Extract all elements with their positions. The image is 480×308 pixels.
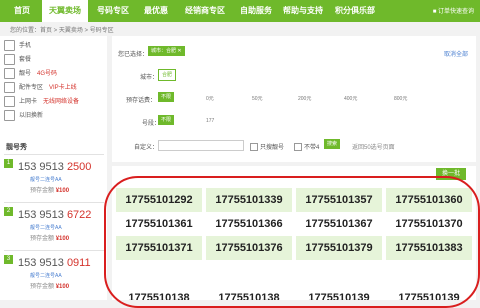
phone-icon	[4, 40, 15, 51]
plan-icon	[4, 54, 15, 65]
selected-label: 您已选择：	[118, 52, 149, 58]
deposit-label: 预存话费：	[126, 98, 157, 104]
nav-best-deals[interactable]: 最优惠	[138, 0, 174, 22]
ranking-title: 靓号秀	[6, 144, 27, 151]
sidebar-item-trade-in[interactable]: 以旧换新	[4, 110, 43, 122]
deposit-any[interactable]: 不限	[158, 92, 175, 102]
clear-all-link[interactable]: 取消全部	[444, 49, 468, 58]
trade-in-icon	[4, 110, 15, 121]
sidebar-item-number[interactable]: 靓号 4G号码	[4, 68, 57, 80]
filter-panel: 您已选择： 城市：合肥 ✕ 取消全部 城市： 合肥 预存话费： 不限 0元 50…	[112, 36, 476, 162]
top-nav: 首页 天翼卖场 号码专区 最优惠 经销商专区 自助服务 帮助与支持 积分俱乐部 …	[0, 0, 480, 22]
nav-dealer-zone[interactable]: 经销商专区	[180, 0, 230, 22]
breadcrumb: 您的位置：首页 > 天翼卖场 > 号码专区	[10, 28, 114, 34]
hint-text: 返回50选号页面	[352, 145, 395, 151]
deposit-option[interactable]: 400元	[344, 95, 357, 102]
data-card-icon	[4, 96, 15, 107]
nav-home[interactable]: 首页	[4, 0, 40, 22]
ranking-item[interactable]: 1 153 9513 2500 靓号二连号AA 预存金额 ¥100	[4, 154, 104, 201]
segment-any[interactable]: 不限	[158, 115, 175, 125]
deposit-option[interactable]: 800元	[394, 95, 407, 102]
sidebar-item-accessories[interactable]: 配件专区 VIP卡上线	[4, 82, 77, 94]
accessories-icon	[4, 82, 15, 93]
deposit-option[interactable]: 0元	[206, 95, 214, 102]
order-query-link[interactable]: ■ 订单快速查询	[433, 6, 474, 15]
ranking-item[interactable]: 3 153 9513 0911 靓号二连号AA 预存金额 ¥100	[4, 250, 104, 297]
highlight-annotation	[104, 176, 480, 308]
only-good-checkbox[interactable]: 只搜靓号	[250, 142, 284, 152]
city-option-hefei[interactable]: 合肥	[158, 69, 177, 81]
nav-points-club[interactable]: 积分俱乐部	[330, 0, 380, 22]
checkbox-icon	[294, 143, 302, 152]
ranking-item[interactable]: 2 153 9513 6722 靓号二连号AA 预存金额 ¥100	[4, 202, 104, 249]
nav-help[interactable]: 帮助与支持	[280, 0, 326, 22]
sidebar-item-data-card[interactable]: 上网卡 无线网络设备	[4, 96, 79, 108]
sidebar-item-plan[interactable]: 套餐	[4, 54, 31, 66]
no-four-checkbox[interactable]: 不带4	[294, 142, 319, 152]
sidebar-item-phone[interactable]: 手机	[4, 40, 31, 52]
deposit-option[interactable]: 50元	[252, 95, 263, 102]
selected-city-chip[interactable]: 城市：合肥 ✕	[148, 46, 185, 56]
nav-tianyi-mall[interactable]: 天翼卖场	[42, 0, 88, 22]
segment-option-177[interactable]: 177	[206, 118, 214, 124]
custom-number-input[interactable]	[158, 140, 244, 151]
custom-label: 自定义：	[134, 145, 159, 151]
nav-self-service[interactable]: 自助服务	[236, 0, 276, 22]
number-icon	[4, 68, 15, 79]
search-button[interactable]: 搜索	[324, 139, 341, 149]
checkbox-icon	[250, 143, 258, 152]
city-label: 城市：	[140, 75, 159, 81]
deposit-option[interactable]: 200元	[298, 95, 311, 102]
nav-number-zone[interactable]: 号码专区	[92, 0, 134, 22]
